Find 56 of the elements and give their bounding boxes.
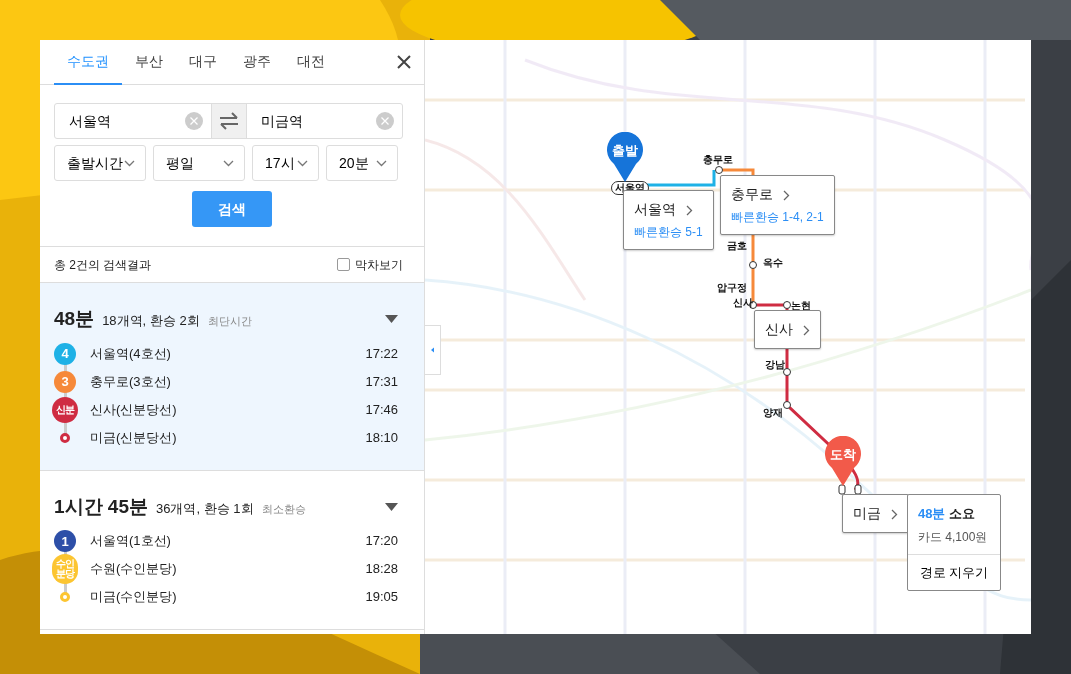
dropdown[interactable]: 평일 xyxy=(153,145,245,181)
station-label: 신사 xyxy=(733,298,753,308)
station-name: 서울역(4호선) xyxy=(90,344,171,363)
station-label: 강남 xyxy=(765,360,785,370)
station-label: 양재 xyxy=(763,408,783,418)
region-tab[interactable]: 부산 xyxy=(122,40,176,85)
end-marker: 도착 xyxy=(824,436,862,486)
region-tab[interactable]: 광주 xyxy=(230,40,284,85)
arrival-time: 17:22 xyxy=(365,344,398,363)
dropdown[interactable]: 20분 xyxy=(326,145,398,181)
arrival-time: 17:31 xyxy=(365,372,398,391)
station-popup[interactable]: 서울역 빠른환승 5-1 xyxy=(623,190,714,250)
station-name: 충무로(3호선) xyxy=(90,372,171,391)
transfer-info: 빠른환승 5-1 xyxy=(634,224,703,241)
route-summary: 18개역, 환승 2회 xyxy=(102,312,200,330)
station-name: 미금(신분당선) xyxy=(90,428,177,447)
station-name: 서울역(1호선) xyxy=(90,532,171,551)
route-summary: 36개역, 환승 1회 xyxy=(156,499,254,518)
station-label: 옥수 xyxy=(763,258,783,268)
region-tab[interactable]: 대전 xyxy=(284,40,338,85)
route-duration: 1시간 45분 xyxy=(54,494,148,519)
station-popup[interactable]: 미금 xyxy=(842,494,909,533)
arrival-time: 17:20 xyxy=(365,532,398,551)
region-tab[interactable]: 대구 xyxy=(176,40,230,85)
arrival-time: 18:10 xyxy=(365,428,398,447)
station-label: 압구정 xyxy=(717,283,747,293)
station-label: 충무로 xyxy=(703,155,733,165)
station-popup[interactable]: 신사 xyxy=(754,310,821,349)
transfer-info: 빠른환승 1-4, 2-1 xyxy=(731,209,824,226)
fare: 카드 4,100원 xyxy=(918,528,989,546)
route-card[interactable]: 1시간 45분 36개역, 환승 1회 최소환승 1 서울역(1호선) 17:20 수인분당 수원(수인분당) 18:28 미금(수인분당) 19:05 xyxy=(40,470,424,630)
start-marker: 출발 xyxy=(606,132,644,182)
station-name: 신사(신분당선) xyxy=(90,400,177,419)
last-train-checkbox[interactable]: 막차보기 xyxy=(337,255,403,274)
dropdown[interactable]: 출발시간 xyxy=(54,145,146,181)
line-badge: 신분 xyxy=(52,396,78,423)
trip-duration: 48분 소요 xyxy=(918,505,977,523)
line-badge: 4 xyxy=(54,342,76,365)
station-name: 미금(수인분당) xyxy=(90,588,177,607)
route-tag: 최단시간 xyxy=(207,313,252,330)
station-name: 수원(수인분당) xyxy=(90,560,177,579)
result-count: 총 2건의 검색결과 xyxy=(54,256,152,274)
dropdown[interactable]: 17시 xyxy=(252,145,319,181)
line-badge: 수인분당 xyxy=(52,554,78,584)
arrival-time: 18:28 xyxy=(365,560,398,579)
route-duration: 48분 xyxy=(54,307,95,331)
line-badge: 3 xyxy=(54,370,76,393)
station-label: 금호 xyxy=(727,241,747,251)
clear-route-button[interactable]: 경로 지우기 xyxy=(908,553,1000,590)
route-card[interactable]: 48분 18개역, 환승 2회 최단시간 4 서울역(4호선) 17:22 3 충무로(3호선) 17:31 신분 신사(신분당선) 17:46 미금(신분당선) 18:10 xyxy=(40,283,424,471)
arrival-time: 19:05 xyxy=(365,588,398,607)
arrival-time: 17:46 xyxy=(365,400,398,419)
route-tag: 최소환승 xyxy=(261,500,306,517)
line-badge: 1 xyxy=(54,530,76,552)
station-label: 논현 xyxy=(791,301,811,311)
station-popup[interactable]: 충무로 빠른환승 1-4, 2-1 xyxy=(720,175,835,235)
